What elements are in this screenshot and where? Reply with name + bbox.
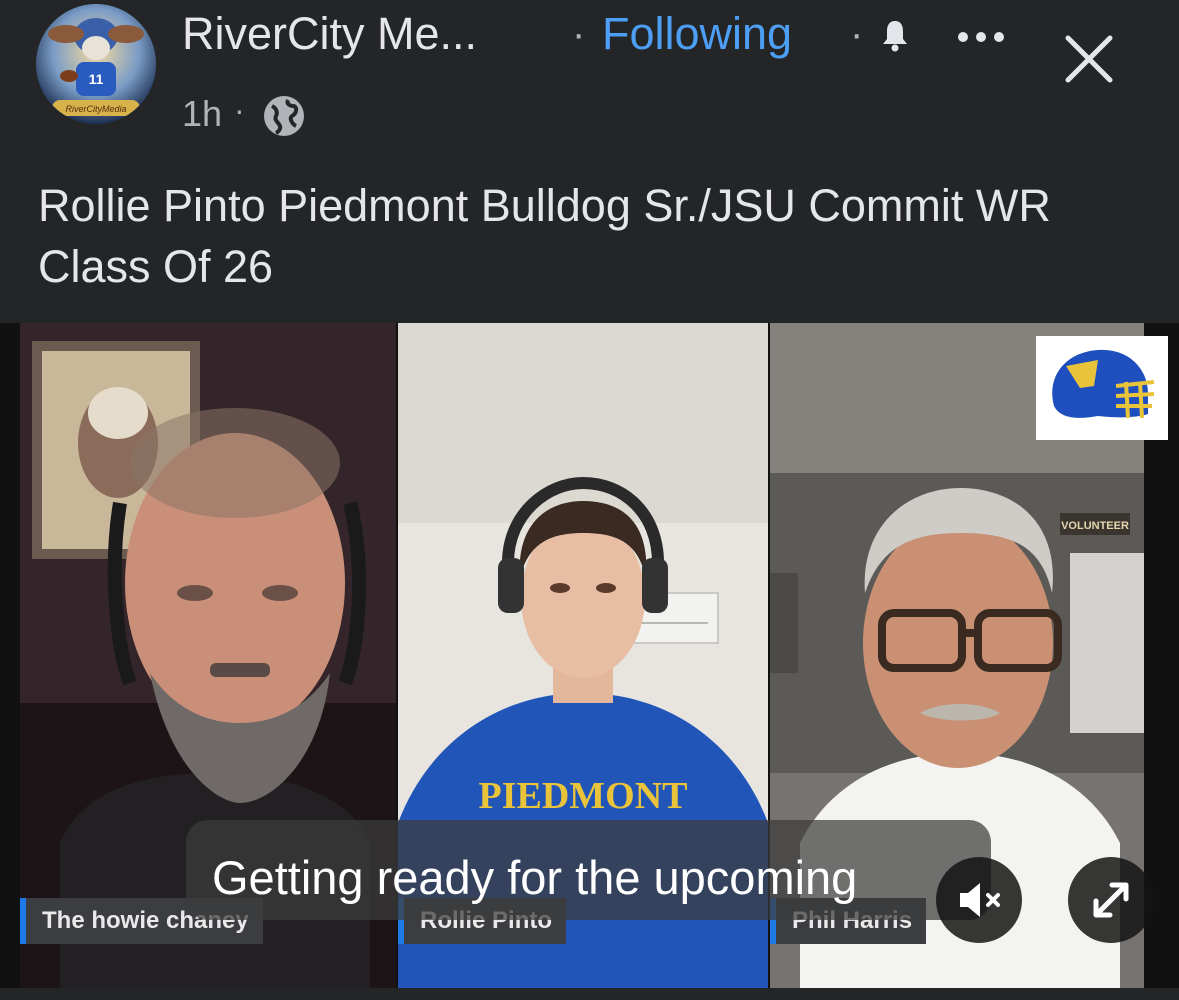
video-player[interactable]: The howie chaney PIEDMONT Rollie Pinto V… [0, 323, 1179, 988]
mute-button[interactable] [936, 857, 1022, 943]
post-timestamp[interactable]: 1h [182, 93, 222, 135]
close-icon[interactable] [1060, 30, 1118, 88]
page-avatar[interactable]: 11 RiverCityMedia [36, 4, 156, 124]
more-options-icon[interactable] [955, 22, 1007, 52]
avatar-mascot-icon: 11 RiverCityMedia [36, 4, 156, 124]
post-text: Rollie Pinto Piedmont Bulldog Sr./JSU Co… [38, 180, 1051, 292]
subtitle-text: Getting ready for the upcoming [212, 851, 858, 904]
video-subtitle: Getting ready for the upcoming [186, 820, 991, 920]
expand-button[interactable] [1068, 857, 1154, 943]
bottom-divider [0, 988, 1179, 1000]
separator-dot: · [572, 12, 586, 56]
separator-dot: · [850, 12, 864, 56]
wall-sign-text: VOLUNTEER [1061, 520, 1129, 532]
shirt-text: PIEDMONT [479, 775, 688, 817]
team-helmet-logo [1036, 336, 1168, 440]
separator-dot: · [234, 92, 245, 128]
following-button[interactable]: Following [602, 8, 792, 60]
page-name[interactable]: RiverCity Me... [182, 8, 477, 60]
bell-icon[interactable] [880, 18, 910, 52]
expand-icon [1093, 882, 1129, 918]
globe-icon [264, 96, 304, 136]
svg-text:11: 11 [89, 71, 104, 87]
mute-icon [960, 883, 1000, 917]
avatar-logo-text: RiverCityMedia [65, 104, 126, 114]
post-header: 11 RiverCityMedia RiverCity Me... · Foll… [0, 0, 1179, 150]
